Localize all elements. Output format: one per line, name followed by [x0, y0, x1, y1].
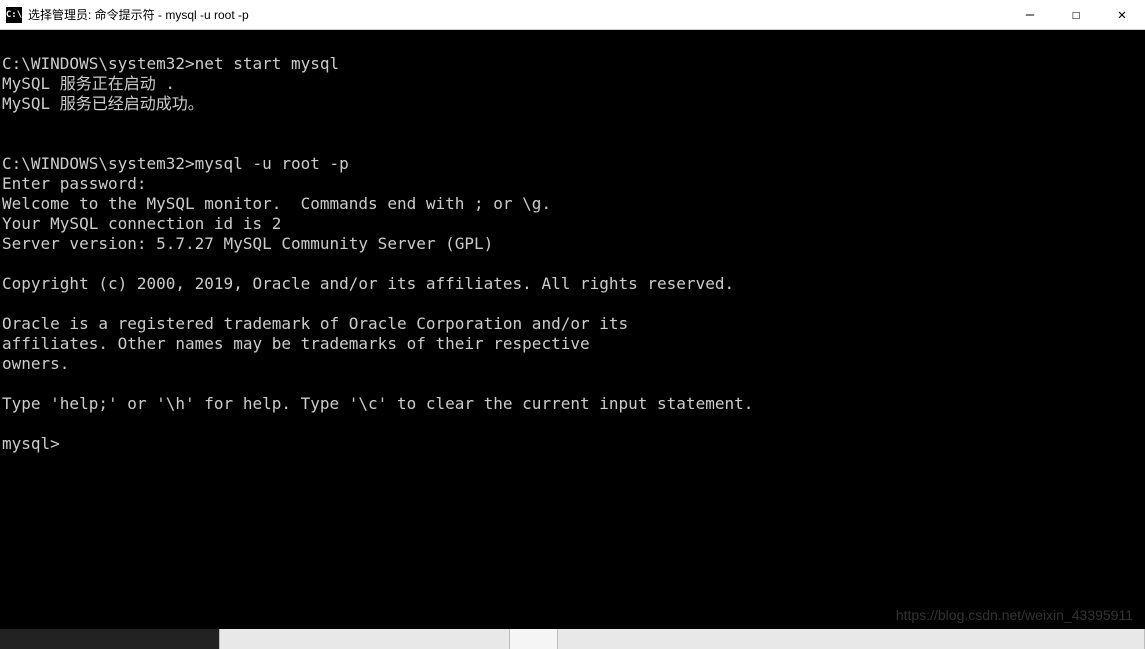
terminal-line: [2, 374, 1143, 394]
taskbar-segment: [510, 629, 558, 649]
titlebar[interactable]: C:\ 选择管理员: 命令提示符 - mysql -u root -p — ☐ …: [0, 0, 1145, 30]
terminal-output[interactable]: C:\WINDOWS\system32>net start mysqlMySQL…: [0, 30, 1145, 628]
terminal-line: MySQL 服务已经启动成功。: [2, 94, 1143, 114]
minimize-button[interactable]: —: [1007, 0, 1053, 29]
terminal-line: [2, 34, 1143, 54]
cmd-icon: C:\: [6, 7, 22, 23]
terminal-line: Type 'help;' or '\h' for help. Type '\c'…: [2, 394, 1143, 414]
window-title: 选择管理员: 命令提示符 - mysql -u root -p: [28, 6, 1007, 23]
terminal-line: C:\WINDOWS\system32>mysql -u root -p: [2, 154, 1143, 174]
terminal-line: owners.: [2, 354, 1143, 374]
terminal-line: C:\WINDOWS\system32>net start mysql: [2, 54, 1143, 74]
taskbar-segment: [558, 629, 1145, 649]
terminal-line: Welcome to the MySQL monitor. Commands e…: [2, 194, 1143, 214]
terminal-line: [2, 254, 1143, 274]
terminal-line: MySQL 服务正在启动 .: [2, 74, 1143, 94]
terminal-line: [2, 414, 1143, 434]
taskbar-fragment: [0, 629, 1145, 649]
terminal-line: Your MySQL connection id is 2: [2, 214, 1143, 234]
maximize-button[interactable]: ☐: [1053, 0, 1099, 29]
terminal-line: mysql>: [2, 434, 1143, 454]
terminal-line: [2, 114, 1143, 134]
terminal-line: affiliates. Other names may be trademark…: [2, 334, 1143, 354]
close-button[interactable]: ✕: [1099, 0, 1145, 29]
taskbar-time-fragment: [0, 629, 220, 649]
terminal-line: Server version: 5.7.27 MySQL Community S…: [2, 234, 1143, 254]
window-controls: — ☐ ✕: [1007, 0, 1145, 29]
terminal-line: Copyright (c) 2000, 2019, Oracle and/or …: [2, 274, 1143, 294]
terminal-line: [2, 134, 1143, 154]
terminal-line: Enter password:: [2, 174, 1143, 194]
terminal-line: [2, 294, 1143, 314]
terminal-line: Oracle is a registered trademark of Orac…: [2, 314, 1143, 334]
taskbar-segment: [220, 629, 510, 649]
